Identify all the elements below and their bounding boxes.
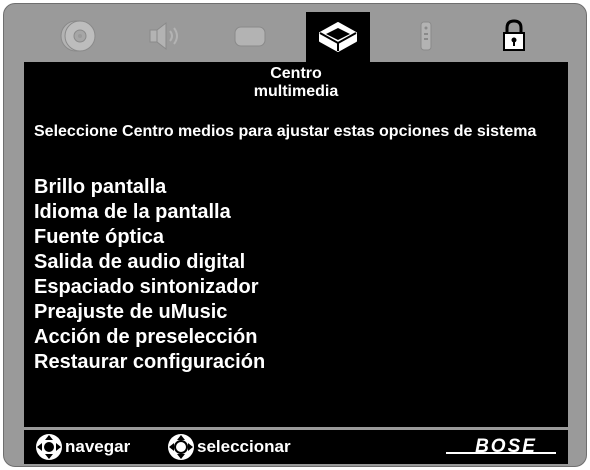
menu-item-tuner-spacing[interactable]: Espaciado sintonizador — [34, 275, 265, 300]
remote-icon — [420, 21, 432, 51]
select-label: seleccionar — [197, 437, 291, 456]
tab-lock[interactable] — [482, 10, 546, 62]
settings-tab-bar — [4, 4, 588, 62]
select-hint: seleccionar — [166, 430, 291, 464]
select-dpad-icon — [168, 434, 194, 460]
menu-item-preset-action[interactable]: Acción de preselección — [34, 325, 265, 350]
bose-logo: BOSE — [446, 436, 556, 457]
navigate-label: navegar — [65, 437, 131, 456]
navigate-hint: navegar — [34, 430, 130, 464]
settings-panel: Centro multimedia Seleccione Centro medi… — [24, 62, 568, 427]
menu-item-optical-source[interactable]: Fuente óptica — [34, 225, 265, 250]
panel-title-line-1: Centro — [270, 65, 322, 82]
speaker-icon — [149, 21, 178, 51]
menu-item-umusic-preset[interactable]: Preajuste de uMusic — [34, 300, 265, 325]
footer-bar: navegar seleccionar BOSE — [24, 430, 568, 464]
menu-item-restore-settings[interactable]: Restaurar configuración — [34, 350, 265, 375]
menu-item-display-brightness[interactable]: Brillo pantalla — [34, 175, 265, 200]
panel-title: Centro multimedia — [24, 65, 568, 101]
tab-audio[interactable] — [132, 10, 196, 62]
tab-media-center[interactable] — [306, 12, 370, 62]
disc-icon — [60, 20, 96, 52]
bose-logo-text: BOSE — [475, 436, 537, 457]
panel-title-line-2: multimedia — [253, 83, 339, 100]
tab-remote[interactable] — [394, 10, 458, 62]
media-center-icon — [319, 22, 357, 52]
lock-icon — [503, 19, 525, 51]
menu-item-display-language[interactable]: Idioma de la pantalla — [34, 200, 265, 225]
panel-description: Seleccione Centro medios para ajustar es… — [34, 123, 537, 140]
navigate-dpad-icon — [36, 434, 62, 460]
screen-icon — [234, 26, 266, 47]
tab-video[interactable] — [218, 10, 282, 62]
tab-disc[interactable] — [46, 10, 110, 62]
menu-item-digital-audio-output[interactable]: Salida de audio digital — [34, 250, 265, 275]
system-frame: Centro multimedia Seleccione Centro medi… — [3, 3, 587, 467]
settings-menu: Brillo pantalla Idioma de la pantalla Fu… — [34, 175, 265, 375]
